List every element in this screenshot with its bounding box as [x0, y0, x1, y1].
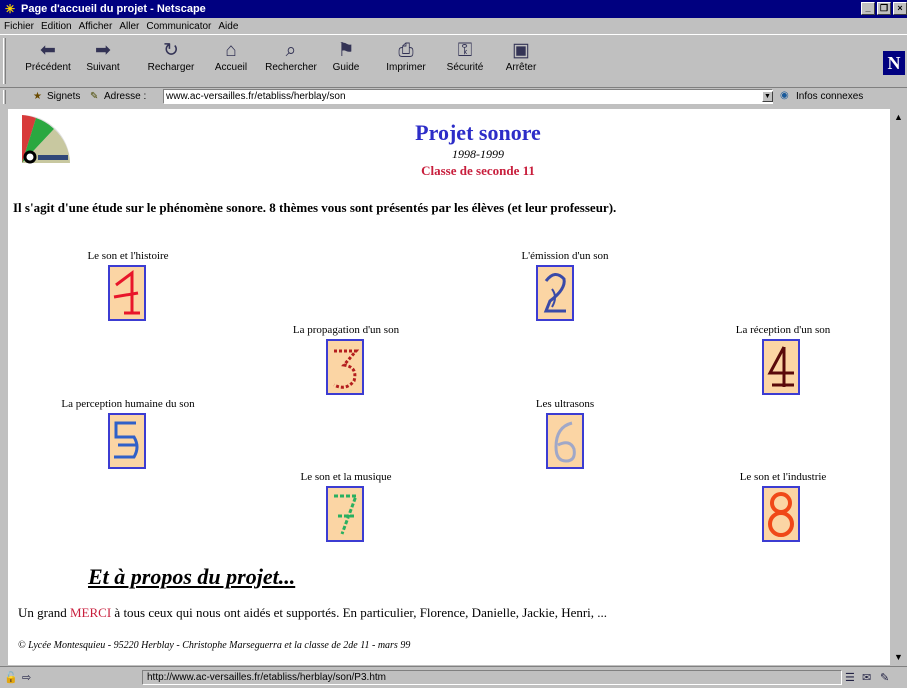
scroll-down-icon[interactable]: ▼ [890, 649, 907, 665]
theme-tile-4[interactable] [762, 339, 800, 395]
intro-text: Il s'agit d'une étude sur le phénomène s… [13, 200, 617, 215]
menu-communicator[interactable]: Communicator [146, 21, 211, 32]
location-toolbar: ★ Signets ✎ Adresse : www.ac-versailles.… [0, 88, 907, 106]
guide-button[interactable]: ⚑ Guide [328, 37, 364, 85]
location-grip[interactable] [3, 90, 6, 104]
chevron-down-icon[interactable]: ▼ [762, 91, 773, 102]
theme-label-6[interactable]: Les ultrasons [465, 398, 665, 410]
project-logo [22, 115, 70, 164]
component-bar-icon[interactable]: ☰ [845, 671, 855, 684]
theme-tile-7[interactable] [326, 486, 364, 542]
security-button[interactable]: ⚿ Sécurité [440, 37, 490, 85]
address-input[interactable]: www.ac-versailles.fr/etabliss/herblay/so… [163, 89, 773, 104]
stop-button[interactable]: ▣ Arrêter [500, 37, 542, 85]
bookmarks-icon[interactable]: ★ [33, 91, 42, 102]
theme-label-1[interactable]: Le son et l'histoire [28, 250, 228, 262]
connection-icon: ⇨ [22, 672, 32, 684]
search-button[interactable]: ⌕ Rechercher [260, 37, 322, 85]
back-button[interactable]: ⬅ Précédent [22, 37, 74, 85]
number-4-icon [767, 346, 794, 387]
forward-arrow-icon: ➡ [95, 40, 111, 61]
security-status-icon[interactable]: 🔓 [4, 671, 18, 684]
vertical-scrollbar[interactable]: ▲ ▼ [890, 109, 907, 665]
theme-tile-5[interactable] [108, 413, 146, 469]
title-bar: ✳ Page d'accueil du projet - Netscape _ … [0, 0, 907, 18]
theme-label-2[interactable]: L'émission d'un son [465, 250, 665, 262]
theme-tile-3[interactable] [326, 339, 364, 395]
theme-label-7[interactable]: Le son et la musique [246, 471, 446, 483]
merci-word: MERCI [70, 605, 112, 620]
number-6-icon [554, 421, 576, 463]
reload-button[interactable]: ↻ Recharger [143, 37, 199, 85]
home-icon: ⌂ [225, 40, 237, 61]
class-label: Classe de seconde 11 [421, 163, 535, 178]
page-title: Projet sonore [415, 120, 541, 145]
toolbar-grip[interactable] [3, 38, 6, 84]
number-7-icon [334, 494, 359, 535]
address-label: Adresse : [104, 91, 147, 102]
menu-aide[interactable]: Aide [218, 21, 238, 32]
theme-tile-1[interactable] [108, 265, 146, 321]
print-icon: ⎙ [398, 40, 414, 61]
related-button[interactable]: Infos connexes [796, 91, 863, 102]
netscape-logo[interactable]: N [883, 51, 905, 75]
netscape-window-icon: ✳ [4, 2, 16, 16]
scroll-up-icon[interactable]: ▲ [890, 109, 907, 125]
forward-button[interactable]: ➡ Suivant [80, 37, 126, 85]
about-link[interactable]: Et à propos du projet... [88, 564, 295, 590]
thanks-text: Un grand MERCI à tous ceux qui nous ont … [18, 605, 608, 620]
number-8-icon [768, 492, 794, 537]
minimize-button[interactable]: _ [861, 2, 875, 15]
close-button[interactable]: × [893, 2, 907, 15]
reload-icon: ↻ [163, 40, 179, 61]
browser-window: ✳ Page d'accueil du projet - Netscape _ … [0, 0, 907, 688]
lock-icon: ⚿ [457, 40, 473, 61]
page-year: 1998-1999 [452, 147, 504, 161]
theme-tile-2[interactable] [536, 265, 574, 321]
number-1-icon [113, 270, 140, 315]
address-icon[interactable]: ✎ [90, 91, 98, 102]
theme-label-3[interactable]: La propagation d'un son [246, 324, 446, 336]
theme-label-5[interactable]: La perception humaine du son [28, 398, 228, 410]
menu-afficher[interactable]: Afficher [79, 21, 113, 32]
window-title: Page d'accueil du projet - Netscape [21, 3, 206, 15]
theme-label-4[interactable]: La réception d'un son [683, 324, 883, 336]
menu-edition[interactable]: Edition [41, 21, 72, 32]
theme-tile-6[interactable] [546, 413, 584, 469]
maximize-button[interactable]: ❐ [877, 2, 891, 15]
theme-label-8[interactable]: Le son et l'industrie [683, 471, 883, 483]
menu-aller[interactable]: Aller [119, 21, 139, 32]
mail-icon[interactable]: ✉ [862, 671, 871, 684]
menu-fichier[interactable]: Fichier [4, 21, 34, 32]
related-icon[interactable]: ◉ [780, 90, 789, 101]
bookmarks-button[interactable]: Signets [47, 91, 80, 102]
number-3-icon [333, 349, 360, 389]
stop-icon: ▣ [512, 40, 530, 61]
back-arrow-icon: ⬅ [40, 40, 56, 61]
number-2-icon [543, 273, 566, 313]
number-5-icon [114, 421, 139, 459]
menu-bar: Fichier Edition Afficher Aller Communica… [0, 18, 907, 34]
home-button[interactable]: ⌂ Accueil [210, 37, 252, 85]
print-button[interactable]: ⎙ Imprimer [381, 37, 431, 85]
composer-icon[interactable]: ✎ [880, 671, 889, 684]
search-icon: ⌕ [285, 40, 297, 61]
navigation-toolbar: ⬅ Précédent ➡ Suivant ↻ Recharger ⌂ Accu… [0, 34, 907, 88]
status-url: http://www.ac-versailles.fr/etabliss/her… [142, 670, 842, 685]
page-content: Projet sonore 1998-1999 Classe de second… [8, 109, 890, 665]
theme-tile-8[interactable] [762, 486, 800, 542]
status-bar: 🔓 ⇨ http://www.ac-versailles.fr/etabliss… [0, 666, 907, 688]
guide-icon: ⚑ [337, 40, 355, 61]
footer-text: © Lycée Montesquieu - 95220 Herblay - Ch… [18, 640, 411, 651]
